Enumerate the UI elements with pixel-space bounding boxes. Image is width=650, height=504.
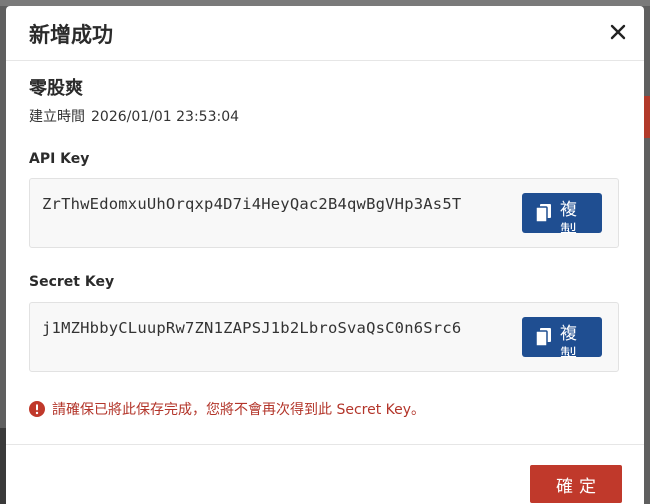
created-time-value: 2026/01/01 23:53:04 <box>91 109 240 125</box>
confirm-button[interactable]: 確定 <box>530 465 622 503</box>
footer-divider <box>6 444 644 445</box>
dialog-header: 新增成功 <box>6 6 644 61</box>
created-time-label: 建立時間 <box>29 109 85 125</box>
secret-key-box: j1MZHbbyCLuupRw7ZN1ZAPSJ1b2LbroSvaQsC0n6… <box>29 302 619 372</box>
copy-api-key-button[interactable]: 複製 <box>522 193 602 233</box>
warning-message: 請確保已將此保存完成，您將不會再次得到此 Secret Key。 <box>29 399 425 419</box>
key-name: 零股爽 <box>29 78 83 99</box>
close-icon <box>610 24 626 40</box>
api-key-label: API Key <box>29 151 90 167</box>
copy-icon <box>536 204 551 222</box>
copy-secret-key-button[interactable]: 複製 <box>522 317 602 357</box>
warning-text: 請確保已將此保存完成，您將不會再次得到此 Secret Key。 <box>52 402 426 418</box>
secret-key-value[interactable]: j1MZHbbyCLuupRw7ZN1ZAPSJ1b2LbroSvaQsC0n6… <box>42 317 504 339</box>
copy-secret-key-label: 複製 <box>560 324 581 357</box>
copy-api-key-label: 複製 <box>560 200 581 233</box>
success-dialog: 新增成功 零股爽 建立時間 2026/01/01 23:53:04 API Key… <box>6 6 644 504</box>
background-page-accent <box>644 96 650 138</box>
warning-circle-icon <box>29 401 45 417</box>
close-button[interactable] <box>606 20 630 44</box>
dialog-title: 新增成功 <box>29 23 113 47</box>
secret-key-label: Secret Key <box>29 274 115 290</box>
api-key-value[interactable]: ZrThwEdomxuUhOrqxp4D7i4HeyQac2B4qwBgVHp3… <box>42 193 504 215</box>
created-time-row: 建立時間 2026/01/01 23:53:04 <box>29 106 239 126</box>
copy-icon <box>536 328 551 346</box>
api-key-box: ZrThwEdomxuUhOrqxp4D7i4HeyQac2B4qwBgVHp3… <box>29 178 619 248</box>
